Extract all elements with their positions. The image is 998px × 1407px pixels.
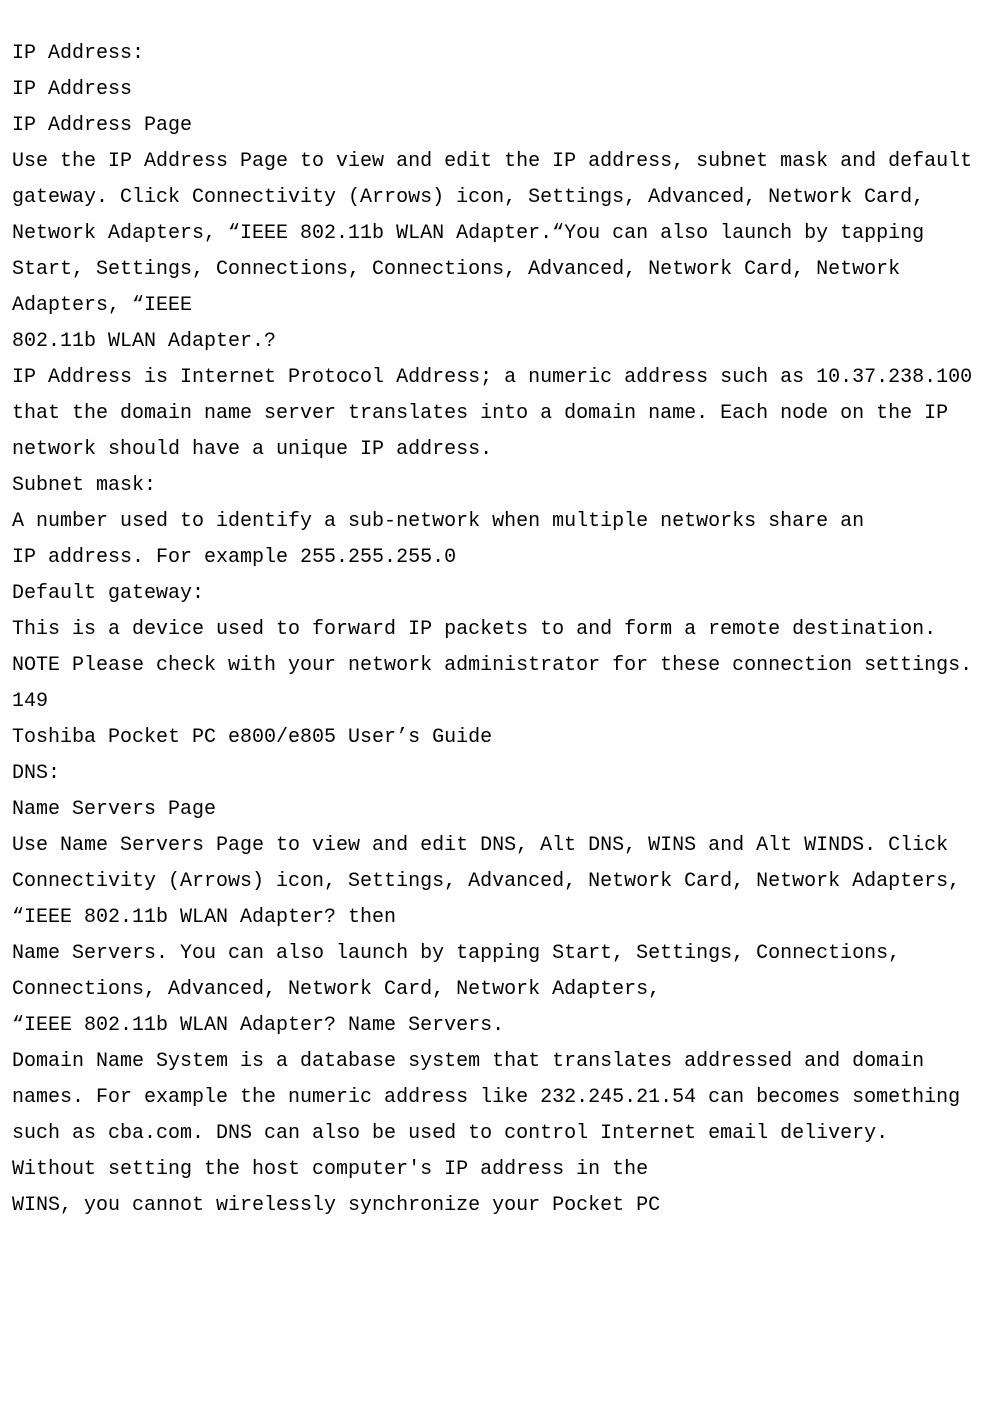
text-line: Domain Name System is a database system … (12, 1050, 972, 1145)
text-line: 802.11b WLAN Adapter.? (12, 330, 276, 353)
text-line: IP address. For example 255.255.255.0 (12, 546, 456, 569)
document-body: IP Address: IP Address IP Address Page U… (0, 0, 998, 1224)
text-line: Name Servers Page (12, 798, 216, 821)
text-line: IP Address Page (12, 114, 192, 137)
text-line: IP Address: (12, 42, 144, 65)
text-line: Without setting the host computer's IP a… (12, 1158, 648, 1181)
text-line: WINS, you cannot wirelessly synchronize … (12, 1194, 660, 1217)
text-line: Default gateway: (12, 582, 204, 605)
text-line: Connections, Advanced, Network Card, Net… (12, 978, 660, 1001)
text-line: IP Address is Internet Protocol Address;… (12, 366, 984, 461)
text-line: Name Servers. You can also launch by tap… (12, 942, 900, 965)
text-line: Use Name Servers Page to view and edit D… (12, 834, 972, 929)
text-line: Use the IP Address Page to view and edit… (12, 150, 984, 317)
text-line: Subnet mask: (12, 474, 156, 497)
text-line: A number used to identify a sub-network … (12, 510, 864, 533)
text-line: This is a device used to forward IP pack… (12, 618, 936, 641)
text-line: 149 (12, 690, 48, 713)
text-line: DNS: (12, 762, 60, 785)
text-line: “IEEE 802.11b WLAN Adapter? Name Servers… (12, 1014, 504, 1037)
text-line: IP Address (12, 78, 132, 101)
text-line: Toshiba Pocket PC e800/e805 User’s Guide (12, 726, 492, 749)
text-line: NOTE Please check with your network admi… (12, 654, 972, 677)
